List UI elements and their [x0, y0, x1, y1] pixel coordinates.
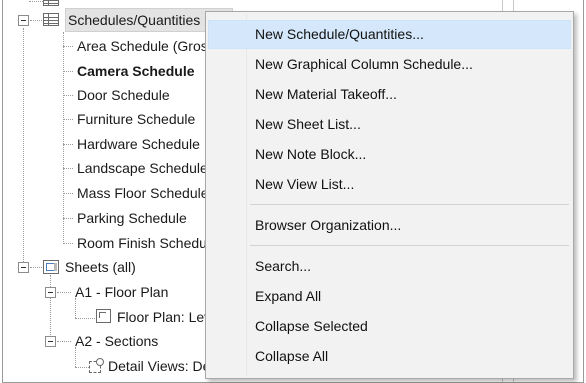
tree-connector	[63, 243, 73, 244]
menu-item-new-schedule-quantities[interactable]: New Schedule/Quantities...	[208, 20, 571, 49]
menu-item-browser-organization[interactable]: Browser Organization...	[208, 211, 571, 240]
menu-separator	[250, 204, 569, 205]
collapse-minus-icon[interactable]	[18, 15, 29, 26]
tree-connector	[57, 292, 71, 293]
menu-item-collapse-all[interactable]: Collapse All	[208, 342, 571, 371]
tree-connector	[63, 46, 73, 47]
schedule-table-icon	[43, 0, 59, 6]
tree-connector	[75, 298, 76, 318]
detail-view-icon	[89, 358, 104, 373]
tree-connector	[29, 1, 43, 2]
tree-connector	[75, 318, 95, 319]
collapse-minus-icon[interactable]	[45, 287, 56, 298]
menu-item-expand-all[interactable]: Expand All	[208, 282, 571, 311]
collapse-minus-icon[interactable]	[18, 262, 29, 273]
tree-item-landscape-schedule[interactable]: Landscape Schedule	[77, 156, 208, 180]
menu-item-search[interactable]: Search...	[208, 252, 571, 281]
menu-item-new-note-block[interactable]: New Note Block...	[208, 140, 571, 169]
sheet-icon	[43, 260, 59, 274]
menu-item-new-material-takeoff[interactable]: New Material Takeoff...	[208, 80, 571, 109]
tree-item-furniture-schedule[interactable]: Furniture Schedule	[77, 107, 195, 131]
tree-connector	[63, 218, 73, 219]
tree-connector	[63, 95, 73, 96]
tree-connector	[63, 71, 73, 72]
tree-connector	[63, 32, 64, 244]
menu-item-collapse-selected[interactable]: Collapse Selected	[208, 312, 571, 341]
tree-connector	[23, 28, 24, 266]
tree-connector	[63, 193, 73, 194]
tree-item-door-schedule[interactable]: Door Schedule	[77, 83, 170, 107]
tree-node-sheet-a1[interactable]: A1 - Floor Plan	[75, 280, 168, 304]
tree-connector	[50, 275, 51, 341]
tree-item-camera-schedule[interactable]: Camera Schedule	[77, 59, 195, 83]
menu-separator	[250, 245, 569, 246]
tree-connector	[57, 341, 71, 342]
tree-node-sheet-a2[interactable]: A2 - Sections	[75, 329, 158, 353]
tree-connector	[63, 168, 73, 169]
tree-connector	[30, 267, 42, 268]
tree-connector	[30, 20, 42, 21]
menu-item-new-sheet-list[interactable]: New Sheet List...	[208, 110, 571, 139]
tree-connector	[75, 347, 76, 367]
schedule-table-icon	[43, 13, 59, 26]
menu-item-new-view-list[interactable]: New View List...	[208, 170, 571, 199]
context-menu: New Schedule/Quantities... New Graphical…	[205, 11, 574, 379]
tree-connector	[63, 144, 73, 145]
tree-item-mass-floor-schedule[interactable]: Mass Floor Schedule	[77, 181, 209, 205]
tree-node-sheets[interactable]: Sheets (all)	[65, 255, 136, 279]
tree-connector	[75, 367, 89, 368]
tree-item-hardware-schedule[interactable]: Hardware Schedule	[77, 132, 200, 156]
tree-item-room-finish-schedule[interactable]: Room Finish Schedule	[77, 231, 218, 255]
floor-plan-icon	[96, 309, 111, 323]
collapse-minus-icon[interactable]	[45, 336, 56, 347]
menu-item-new-graphical-column-schedule[interactable]: New Graphical Column Schedule...	[208, 50, 571, 79]
tree-item-parking-schedule[interactable]: Parking Schedule	[77, 206, 187, 230]
tree-connector	[63, 119, 73, 120]
